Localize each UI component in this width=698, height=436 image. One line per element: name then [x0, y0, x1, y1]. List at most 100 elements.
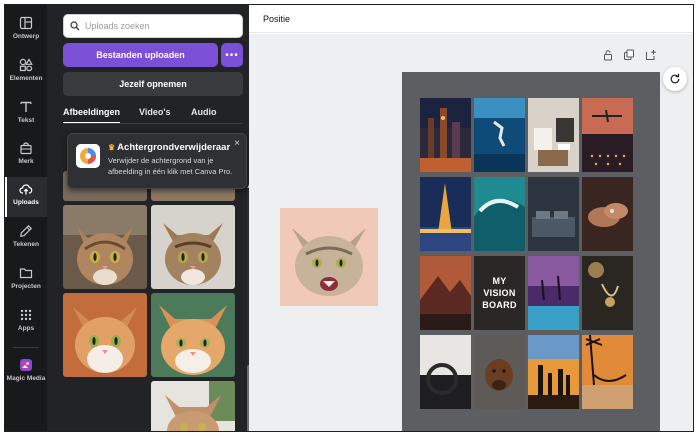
- rail-label: Elementen: [9, 75, 43, 82]
- board-photo-wave[interactable]: [474, 177, 525, 251]
- shapes-icon: [19, 58, 33, 72]
- jewelry-photo: [582, 256, 633, 330]
- mountains-photo: [420, 256, 471, 330]
- duplicate-icon[interactable]: [623, 49, 635, 61]
- crown-icon: ♛: [108, 143, 116, 152]
- board-photo-airplane[interactable]: [582, 98, 633, 172]
- rail-label: Projecten: [11, 283, 41, 290]
- board-photo-car-interior[interactable]: [420, 335, 471, 409]
- cat-photo: [63, 205, 147, 289]
- popup-title: ♛ Achtergrondverwijderaar: [108, 142, 230, 153]
- cat-photo: [151, 381, 235, 431]
- rail-item-magic-media[interactable]: Magic Media: [5, 353, 47, 393]
- desk-photo: [528, 98, 579, 172]
- rail-item-tekenen[interactable]: Tekenen: [5, 219, 47, 259]
- folder-icon: [19, 268, 33, 279]
- board-photo-mountains[interactable]: [420, 256, 471, 330]
- airplane-photo: [582, 98, 633, 172]
- board-photo-desk[interactable]: [528, 98, 579, 172]
- background-remover-popup: ♛ Achtergrondverwijderaar Verwijder de ac…: [67, 133, 247, 189]
- record-yourself-button[interactable]: Jezelf opnemen: [63, 72, 243, 96]
- tab-images[interactable]: Afbeeldingen: [63, 101, 121, 124]
- vision-board-page[interactable]: MY VISION BOARD: [402, 72, 660, 431]
- board-photo-family-sunset[interactable]: [528, 335, 579, 409]
- board-photo-dog[interactable]: [474, 335, 525, 409]
- upload-cloud-icon: [19, 184, 33, 195]
- board-photo-hands[interactable]: [582, 177, 633, 251]
- upload-thumbnail-cat[interactable]: [63, 205, 147, 289]
- placed-cat-image[interactable]: [280, 208, 378, 306]
- eiffel-photo: [420, 177, 471, 251]
- rail-item-projecten[interactable]: Projecten: [5, 261, 47, 301]
- upload-thumbnail-cat[interactable]: [63, 293, 147, 377]
- rail-item-ontwerp[interactable]: Ontwerp: [5, 11, 47, 51]
- apps-grid-icon: [20, 309, 32, 321]
- search-input[interactable]: [85, 21, 235, 31]
- board-photo-beach-hammock[interactable]: [582, 335, 633, 409]
- rail-item-tekst[interactable]: Tekst: [5, 95, 47, 135]
- cat-photo: [63, 293, 147, 377]
- lock-icon[interactable]: [602, 49, 614, 61]
- upload-files-button[interactable]: Bestanden uploaden: [63, 43, 218, 67]
- refresh-button[interactable]: [663, 67, 687, 91]
- vision-board-title[interactable]: MY VISION BOARD: [474, 256, 525, 330]
- magic-media-icon: [20, 359, 32, 371]
- vision-board-title-text: MY VISION BOARD: [482, 275, 517, 311]
- rail-label: Tekst: [17, 117, 35, 124]
- position-button[interactable]: Positie: [263, 14, 290, 24]
- board-photo-eiffel[interactable]: [420, 177, 471, 251]
- cat-photo: [151, 293, 235, 377]
- board-photo-jewelry[interactable]: [582, 256, 633, 330]
- upload-thumbnail-cat[interactable]: [151, 381, 235, 431]
- background-remover-icon: [76, 144, 100, 168]
- search-box[interactable]: [63, 14, 243, 38]
- rail-divider: [13, 347, 39, 348]
- board-photo-bedroom[interactable]: [528, 177, 579, 251]
- board-photo-diver[interactable]: [474, 98, 525, 172]
- rail-label: Tekenen: [13, 241, 39, 248]
- rail-item-apps[interactable]: Apps: [5, 303, 47, 343]
- rail-item-merk[interactable]: Merk: [5, 136, 47, 176]
- left-rail: Ontwerp Elementen Tekst Merk Uploads Tek…: [5, 5, 47, 431]
- layout-icon: [19, 16, 33, 30]
- close-icon[interactable]: ×: [234, 138, 240, 149]
- car-photo: [420, 335, 471, 409]
- popup-description: Verwijder de achtergrond van je afbeeldi…: [108, 156, 233, 176]
- upload-tabs: Afbeeldingen Video's Audio: [63, 101, 243, 124]
- popup-title-text: Achtergrondverwijderaar: [117, 142, 231, 153]
- app-window: Ontwerp Elementen Tekst Merk Uploads Tek…: [4, 4, 694, 432]
- refresh-icon: [670, 73, 680, 84]
- rail-label: Uploads: [13, 199, 39, 206]
- text-icon: [20, 101, 32, 112]
- hands-photo: [582, 177, 633, 251]
- upload-thumbnail-cat[interactable]: [151, 293, 235, 377]
- family-photo: [528, 335, 579, 409]
- cat-photo: [151, 205, 235, 289]
- tabs-divider: [63, 123, 243, 124]
- beach-photo: [582, 335, 633, 409]
- tab-videos[interactable]: Video's: [139, 101, 171, 123]
- tab-audio[interactable]: Audio: [191, 101, 217, 123]
- board-photo-pool[interactable]: [528, 256, 579, 330]
- add-page-icon[interactable]: [645, 49, 657, 61]
- more-options-button[interactable]: •••: [221, 43, 243, 67]
- city-photo: [420, 98, 471, 172]
- rail-item-uploads[interactable]: Uploads: [5, 177, 47, 217]
- rail-label: Apps: [17, 325, 35, 332]
- cat-photo: [280, 208, 378, 306]
- wave-photo: [474, 177, 525, 251]
- pen-icon: [20, 224, 33, 237]
- title-line: MY: [492, 276, 507, 286]
- bedroom-photo: [528, 177, 579, 251]
- canvas-area: MY VISION BOARD: [249, 34, 693, 431]
- brand-icon: [20, 142, 32, 155]
- rail-item-elementen[interactable]: Elementen: [5, 53, 47, 93]
- board-photo-city-night[interactable]: [420, 98, 471, 172]
- search-icon: [70, 21, 80, 31]
- ocean-photo: [474, 98, 525, 172]
- uploads-panel: Bestanden uploaden ••• Jezelf opnemen Af…: [47, 5, 252, 431]
- pool-photo: [528, 256, 579, 330]
- title-line: VISION: [483, 288, 516, 298]
- rail-label: Merk: [18, 158, 34, 165]
- upload-thumbnail-cat[interactable]: [151, 205, 235, 289]
